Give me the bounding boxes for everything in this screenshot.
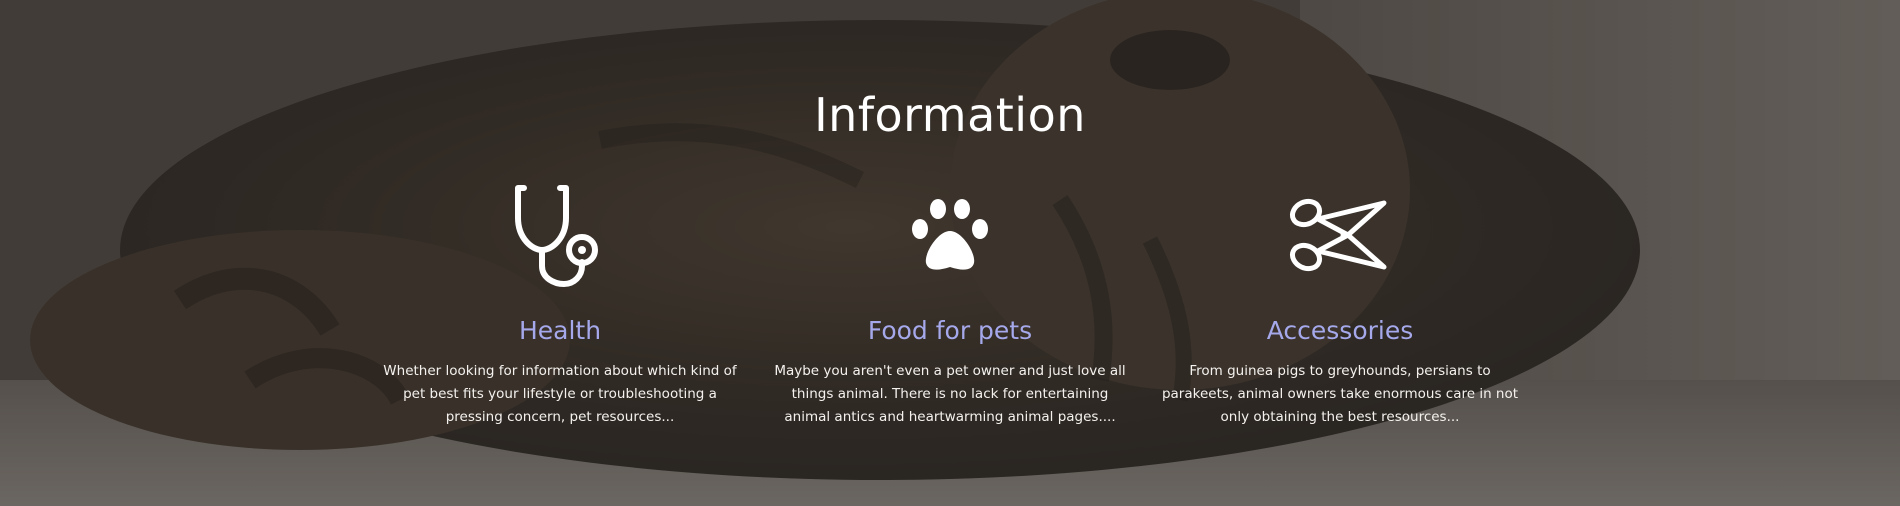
feature-heading: Accessories: [1266, 316, 1414, 345]
section-title: Information: [814, 88, 1086, 142]
feature-description: Maybe you aren't even a pet owner and ju…: [774, 363, 1126, 425]
feature-food-for-pets: Food for pets Maybe you aren't even a pe…: [760, 180, 1140, 429]
feature-description: From guinea pigs to greyhounds, persians…: [1161, 363, 1519, 425]
feature-heading: Health: [518, 316, 602, 345]
scissors-icon: [1150, 180, 1530, 290]
feature-description: Whether looking for information about wh…: [383, 363, 737, 425]
feature-health: Health Whether looking for information a…: [370, 180, 750, 429]
feature-heading: Food for pets: [867, 316, 1033, 345]
feature-accessories: Accessories From guinea pigs to greyhoun…: [1150, 180, 1530, 429]
stethoscope-icon: [370, 180, 750, 290]
information-content: Information Health Whether looking for i…: [0, 0, 1900, 506]
information-section: Information Health Whether looking for i…: [0, 0, 1900, 506]
paw-icon: [760, 180, 1140, 290]
